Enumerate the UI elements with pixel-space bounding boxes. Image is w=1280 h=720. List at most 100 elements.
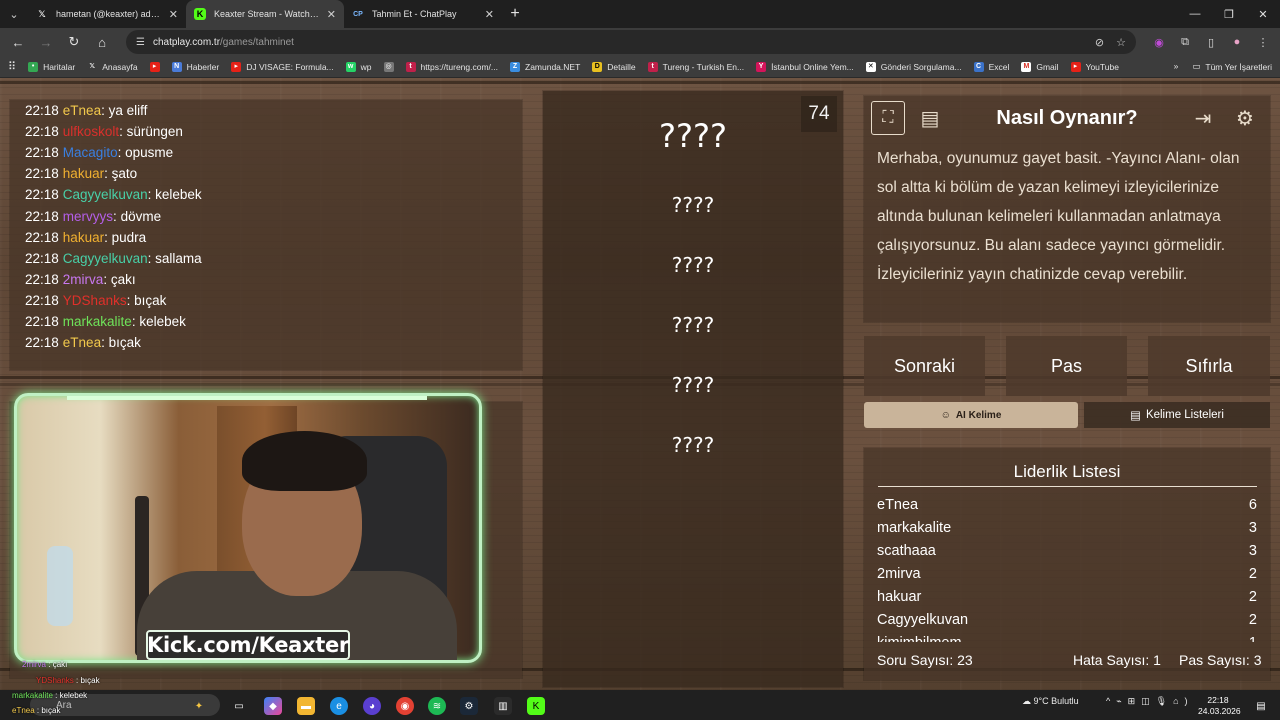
person-hair [242,431,367,491]
bookmark-item[interactable]: • Haritalar [28,61,75,72]
reset-button[interactable]: Sıfırla [1148,336,1270,396]
chat-text: dövme [120,208,162,224]
chat-separator: : [147,250,156,266]
bookmark-item[interactable]: M Gmail [1021,61,1059,72]
bookmark-item[interactable]: Y İstanbul Online Yem... [756,61,854,72]
file-explorer-icon[interactable]: ▬ [297,697,315,715]
task-view-icon[interactable]: ▭ [230,697,248,715]
bookmark-item[interactable]: ✕ Gönderi Sorgulama... [865,61,962,72]
new-tab-button[interactable]: + [502,1,528,27]
extension-icon[interactable]: ◉ [1148,31,1170,53]
system-tray-icons[interactable]: ^⌁⊞◫🎙⌂) [1106,696,1194,707]
clock-time: 22:18 [1207,695,1229,705]
player-name: hakuar [877,589,922,605]
chat-separator: : [103,271,111,287]
reload-icon[interactable]: ↻ [62,30,86,54]
maximize-icon[interactable]: ❐ [1212,0,1246,28]
bookmark-item[interactable]: N Haberler [171,61,219,72]
home-icon[interactable]: ⌂ [90,30,114,54]
chrome-icon[interactable]: ◉ [396,697,414,715]
youtube-icon: ▸ [1070,61,1081,72]
chat-username[interactable]: mervyys [63,209,113,224]
apps-grid-icon[interactable]: ⠿ [8,60,16,73]
frame-highlight [67,396,427,400]
chat-separator: : [126,292,135,308]
notifications-icon[interactable]: ▤ [1252,697,1270,715]
bookmark-item[interactable]: C Excel [973,61,1009,72]
bookmark-item[interactable]: w wp [345,61,372,72]
steam-icon[interactable]: ⚙ [460,697,478,715]
chat-username[interactable]: ulfkoskolt [63,124,119,139]
back-icon[interactable]: ← [6,30,30,54]
discord-icon[interactable]: ◕ [363,697,381,715]
chat-text: bıçak [134,292,167,308]
bookmark-item[interactable]: ▸ [149,61,160,72]
bookmark-item[interactable]: t https://tureng.com/... [405,61,498,72]
pass-button[interactable]: Pas [1006,336,1127,396]
copilot-icon[interactable]: ◆ [264,697,282,715]
bookmark-item[interactable]: t Tureng - Turkish En... [647,61,744,72]
forward-icon[interactable]: → [34,30,58,54]
word-lists-button[interactable]: ▤ Kelime Listeleri [1084,402,1270,428]
bookmark-item[interactable]: Z Zamunda.NET [510,61,580,72]
overlay-msg: bıçak [80,676,100,685]
player-score: 2 [1248,612,1257,628]
forbidden-word: ???? [671,253,715,277]
logout-icon[interactable]: ⇥ [1186,101,1220,135]
chat-username[interactable]: hakuar [63,230,104,245]
close-tab-icon[interactable]: ✕ [327,8,336,21]
sidebar-icon[interactable]: ▯ [1200,31,1222,53]
player-name: Cagyyelkuvan [877,612,969,628]
chat-text: opusme [125,145,174,161]
profile-avatar[interactable]: ● [1226,31,1248,53]
bookmark-item[interactable]: ◎ [383,61,394,72]
chat-username[interactable]: markakalite [63,314,132,329]
chat-username[interactable]: hakuar [63,166,104,181]
tab-twitter[interactable]: 𝕏 hametan (@keaxter) adlı kullanıcı ✕ [28,0,186,28]
widget-icon[interactable]: ✦ [190,697,208,715]
overlay-user: markakalite [12,691,53,700]
spotify-icon[interactable]: ≋ [428,697,446,715]
kick-app-icon[interactable]: K [527,697,545,715]
next-button[interactable]: Sonraki [864,336,985,396]
bookmark-item[interactable]: D Detaille [592,61,636,72]
player-name: markakalite [877,520,952,536]
bookmark-item[interactable]: ▸ YouTube [1070,61,1119,72]
chat-username[interactable]: 2mirva [63,272,104,287]
address-bar[interactable]: ☰ chatplay.com.tr/games/tahminet ⊘ ☆ [126,30,1136,54]
close-tab-icon[interactable]: ✕ [169,8,178,21]
site-info-icon[interactable]: ☰ [136,37,145,48]
ai-word-label: AI Kelime [955,409,1002,421]
close-tab-icon[interactable]: ✕ [485,8,494,21]
leaderboard-row: 2mirva 2 [877,566,1257,582]
bookmark-item[interactable]: ▸ DJ VISAGE: Formula... [231,61,334,72]
weather-widget[interactable]: ☁ 9°C Bulutlu [1022,696,1079,707]
chat-username[interactable]: eTnea [63,103,101,118]
more-bookmarks-icon[interactable]: » [1174,61,1179,72]
chat-username[interactable]: Cagyyelkuvan [63,251,148,266]
eye-off-icon[interactable]: ⊘ [1095,36,1104,49]
ai-word-button[interactable]: ☺ AI Kelime [864,402,1078,428]
player-name: 2mirva [877,566,921,582]
settings-gear-icon[interactable]: ⚙ [1228,101,1262,135]
tab-chatplay[interactable]: CP Tahmin Et - ChatPlay ✕ [344,0,502,28]
bookmark-item[interactable]: 𝕏 Anasayfa [87,62,137,72]
extensions-puzzle-icon[interactable]: ⧉ [1174,31,1196,53]
tab-kick[interactable]: K Keaxter Stream - Watch Live on ✕ [186,0,344,28]
tab-title: Tahmin Et - ChatPlay [372,9,457,19]
close-window-icon[interactable]: ✕ [1246,0,1280,28]
chat-username[interactable]: eTnea [63,335,101,350]
minimize-icon[interactable]: — [1178,0,1212,28]
chat-username[interactable]: Macagito [63,145,118,160]
chat-time: 22:18 [25,229,59,245]
edge-icon[interactable]: e [330,697,348,715]
app-icon[interactable]: ▥ [494,697,512,715]
chat-username[interactable]: Cagyyelkuvan [63,187,148,202]
tab-search-icon[interactable]: ⌄ [0,0,28,28]
player-score: 3 [1248,520,1257,536]
menu-icon[interactable]: ⋮ [1252,31,1274,53]
chat-username[interactable]: YDShanks [63,293,127,308]
system-clock[interactable]: 22:18 24.03.2026 [1198,695,1241,717]
all-bookmarks[interactable]: ▭ Tüm Yer İşaretleri [1192,61,1272,72]
bookmark-star-icon[interactable]: ☆ [1116,36,1126,49]
